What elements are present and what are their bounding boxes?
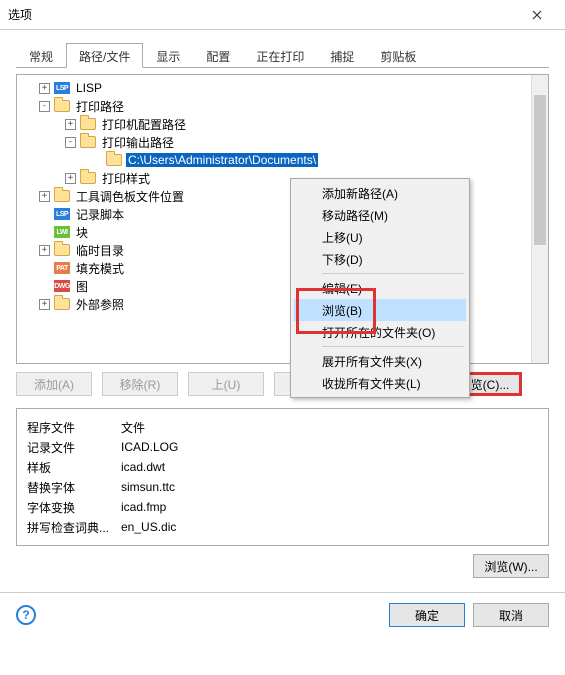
tree-scrollbar[interactable] [531,75,548,363]
tree-expander-icon[interactable]: + [39,245,50,256]
help-icon[interactable]: ? [16,605,36,625]
tab-printing[interactable]: 正在打印 [243,43,317,68]
scrollbar-thumb[interactable] [534,95,546,245]
tab-general[interactable]: 常规 [16,43,66,68]
tree-node-label: 外部参照 [74,296,126,313]
tab-display[interactable]: 显示 [143,43,193,68]
tree-node-label: 临时目录 [74,242,126,259]
tree-expander-icon[interactable]: - [65,137,76,148]
folder-icon [54,243,70,257]
tree-node[interactable]: C:\Users\Administrator\Documents\ [21,151,531,169]
info-value: ICAD.LOG [121,440,178,454]
info-value: icad.dwt [121,460,165,474]
context-menu[interactable]: 添加新路径(A)移动路径(M)上移(U)下移(D) 编辑(E)浏览(B)打开所在的… [290,178,470,398]
info-row[interactable]: 记录文件ICAD.LOG [27,437,538,457]
close-button[interactable] [517,3,557,27]
footer: ? 确定 取消 [0,592,565,637]
ok-button[interactable]: 确定 [389,603,465,627]
folder-icon [54,189,70,203]
info-row[interactable]: 样板icad.dwt [27,457,538,477]
dwg-icon: DWG [54,279,70,293]
tree-node-label: 块 [74,224,90,241]
tree-node-label: 打印样式 [100,170,152,187]
info-key: 替换字体 [27,479,121,496]
info-key: 记录文件 [27,439,121,456]
title-bar: 选项 [0,0,565,30]
tab-config[interactable]: 配置 [193,43,243,68]
tree-node[interactable]: - 打印路径 [21,97,531,115]
folder-icon [80,135,96,149]
context-menu-item[interactable]: 上移(U) [294,226,466,248]
tab-clipboard[interactable]: 剪贴板 [367,43,429,68]
tree-node-label: 打印路径 [74,98,126,115]
context-menu-item[interactable]: 移动路径(M) [294,204,466,226]
pat-icon: PAT [54,261,70,275]
menu-separator [322,273,464,274]
file-info-table: 程序文件文件记录文件ICAD.LOG样板icad.dwt替换字体simsun.t… [16,408,549,546]
tab-snap[interactable]: 捕捉 [317,43,367,68]
info-row[interactable]: 拼写检查词典...en_US.dic [27,517,538,537]
browse-w-button[interactable]: 浏览(W)... [473,554,549,578]
tree-node-label: 填充模式 [74,260,126,277]
info-value: 文件 [121,419,145,436]
tree-expander-icon[interactable]: - [39,101,50,112]
info-value: simsun.ttc [121,480,175,494]
folder-icon [106,153,122,167]
folder-icon [80,117,96,131]
add-button[interactable]: 添加(A) [16,372,92,396]
lsp-icon: LSP [54,207,70,221]
title-text: 选项 [8,6,517,23]
tree-node-label: 打印机配置路径 [100,116,188,133]
context-menu-item[interactable]: 浏览(B) [294,299,466,321]
tree-node-label: LISP [74,81,104,95]
tree-expander-icon[interactable]: + [65,173,76,184]
context-menu-item[interactable]: 打开所在的文件夹(O) [294,321,466,343]
content: 常规 路径/文件 显示 配置 正在打印 捕捉 剪贴板 + LSP LISP - 打印路径… [0,30,565,592]
cancel-button[interactable]: 取消 [473,603,549,627]
tree-node-label: C:\Users\Administrator\Documents\ [126,153,318,167]
lwi-icon: LWI [54,225,70,239]
tab-bar: 常规 路径/文件 显示 配置 正在打印 捕捉 剪贴板 [16,42,549,68]
tree-expander-icon[interactable]: + [65,119,76,130]
tree-node[interactable]: + 打印机配置路径 [21,115,531,133]
context-menu-item[interactable]: 展开所有文件夹(X) [294,350,466,372]
info-value: en_US.dic [121,520,176,534]
context-menu-item[interactable]: 编辑(E) [294,277,466,299]
info-row[interactable]: 字体变换icad.fmp [27,497,538,517]
tree-expander-icon[interactable]: + [39,299,50,310]
tree-node-label: 图 [74,278,90,295]
folder-icon [80,171,96,185]
tree-expander-icon[interactable]: + [39,83,50,94]
info-key: 程序文件 [27,419,121,436]
tree-node[interactable]: - 打印输出路径 [21,133,531,151]
up-button[interactable]: 上(U) [188,372,264,396]
context-menu-item[interactable]: 收拢所有文件夹(L) [294,372,466,394]
info-value: icad.fmp [121,500,166,514]
info-key: 字体变换 [27,499,121,516]
info-row[interactable]: 替换字体simsun.ttc [27,477,538,497]
context-menu-item[interactable]: 添加新路径(A) [294,182,466,204]
tree-expander-icon[interactable]: + [39,191,50,202]
info-key: 拼写检查词典... [27,519,121,536]
tree-node-label: 记录脚本 [74,206,126,223]
remove-button[interactable]: 移除(R) [102,372,178,396]
folder-icon [54,99,70,113]
tab-paths[interactable]: 路径/文件 [66,43,143,68]
info-row[interactable]: 程序文件文件 [27,417,538,437]
menu-separator [322,346,464,347]
info-key: 样板 [27,459,121,476]
lsp-icon: LSP [54,81,70,95]
folder-icon [54,297,70,311]
tree-node[interactable]: + LSP LISP [21,79,531,97]
tree-node-label: 工具调色板文件位置 [74,188,186,205]
tree-node-label: 打印输出路径 [100,134,176,151]
context-menu-item[interactable]: 下移(D) [294,248,466,270]
